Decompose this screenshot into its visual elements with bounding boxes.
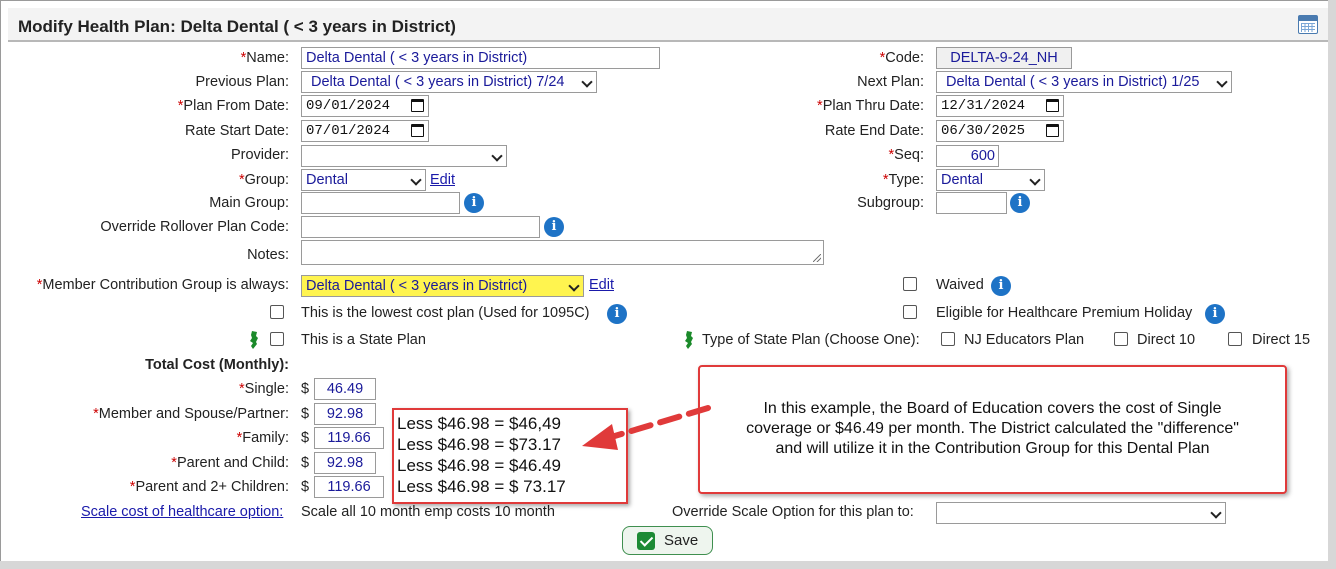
info-icon[interactable]: i bbox=[544, 217, 564, 237]
resize-grip-icon[interactable] bbox=[813, 254, 821, 262]
scale-cost-value: Scale all 10 month emp costs 10 month bbox=[301, 504, 555, 520]
callout-text: In this example, the Board of Education … bbox=[700, 399, 1285, 459]
scale-cost-link[interactable]: Scale cost of healthcare option: bbox=[81, 504, 283, 520]
annotation-line: Less $46.98 = $73.17 bbox=[397, 435, 561, 454]
calendar-icon[interactable] bbox=[1046, 124, 1059, 137]
new-jersey-icon bbox=[685, 331, 693, 349]
total-cost-heading: Total Cost (Monthly): bbox=[145, 357, 289, 373]
cost-parent-children-input[interactable]: 119.66 bbox=[314, 476, 384, 498]
nj-educators-checkbox[interactable] bbox=[941, 332, 955, 346]
new-jersey-icon bbox=[250, 331, 258, 349]
seq-input[interactable]: 600 bbox=[936, 145, 999, 167]
cost-spouse-label: *Member and Spouse/Partner: bbox=[93, 406, 289, 422]
chevron-down-icon bbox=[1210, 507, 1222, 519]
plan-thru-date[interactable]: 12/31/2024 bbox=[936, 95, 1064, 117]
checkmark-icon bbox=[637, 532, 655, 550]
premium-holiday-checkbox[interactable] bbox=[903, 305, 917, 319]
currency-symbol: $ bbox=[301, 430, 310, 446]
page-title: Modify Health Plan: Delta Dental ( < 3 y… bbox=[18, 17, 456, 36]
waived-label: Waived bbox=[936, 277, 984, 293]
notes-textarea[interactable] bbox=[301, 240, 824, 265]
type-select[interactable]: Dental bbox=[936, 169, 1045, 191]
override-scale-label: Override Scale Option for this plan to: bbox=[672, 504, 914, 520]
chevron-down-icon bbox=[1216, 76, 1228, 88]
rate-end-date[interactable]: 06/30/2025 bbox=[936, 120, 1064, 142]
plan-thru-label: *Plan Thru Date: bbox=[817, 98, 924, 114]
code-input: DELTA-9-24_NH bbox=[936, 47, 1072, 69]
direct-10-label: Direct 10 bbox=[1137, 332, 1196, 348]
member-contrib-select[interactable]: Delta Dental ( < 3 years in District) bbox=[301, 275, 584, 297]
lowest-cost-checkbox[interactable] bbox=[270, 305, 284, 319]
info-icon[interactable]: i bbox=[1010, 193, 1030, 213]
currency-symbol: $ bbox=[301, 406, 310, 422]
notes-label: Notes: bbox=[247, 247, 289, 263]
state-plan-label: This is a State Plan bbox=[301, 332, 426, 348]
subgroup-label: Subgroup: bbox=[857, 195, 924, 211]
cost-spouse-input[interactable]: 92.98 bbox=[314, 403, 376, 425]
callout-line: coverage or $46.49 per month. The Distri… bbox=[746, 420, 1239, 437]
cost-parent-child-label: *Parent and Child: bbox=[171, 455, 289, 471]
member-contrib-edit-link[interactable]: Edit bbox=[589, 277, 614, 293]
cost-parent-child-input[interactable]: 92.98 bbox=[314, 452, 376, 474]
title-divider bbox=[1268, 40, 1326, 42]
save-label: Save bbox=[664, 532, 699, 549]
direct-15-checkbox[interactable] bbox=[1228, 332, 1242, 346]
rate-end-label: Rate End Date: bbox=[824, 123, 924, 139]
info-icon[interactable]: i bbox=[991, 276, 1011, 296]
currency-symbol: $ bbox=[301, 479, 310, 495]
currency-symbol: $ bbox=[301, 381, 310, 397]
cost-family-label: *Family: bbox=[236, 430, 289, 446]
cost-family-input[interactable]: 119.66 bbox=[314, 427, 384, 449]
annotation-arrow-icon bbox=[582, 405, 711, 450]
title-bar: Modify Health Plan: Delta Dental ( < 3 y… bbox=[8, 8, 1328, 42]
info-icon[interactable]: i bbox=[607, 304, 627, 324]
chevron-down-icon bbox=[1029, 174, 1041, 186]
save-button[interactable]: Save bbox=[622, 526, 713, 555]
annotation-line: Less $46.98 = $ 73.17 bbox=[397, 477, 566, 496]
type-label: *Type: bbox=[882, 172, 924, 188]
info-icon[interactable]: i bbox=[1205, 304, 1225, 324]
override-rollover-label: Override Rollover Plan Code: bbox=[100, 219, 289, 235]
code-label: *Code: bbox=[879, 50, 924, 66]
cost-parent-children-label: *Parent and 2+ Children: bbox=[129, 479, 289, 495]
calendar-icon[interactable] bbox=[1298, 15, 1318, 34]
frame-shadow-right bbox=[1328, 0, 1336, 569]
override-scale-select[interactable] bbox=[936, 502, 1226, 524]
member-contrib-label: *Member Contribution Group is always: bbox=[36, 277, 289, 293]
callout-line: In this example, the Board of Education … bbox=[763, 400, 1222, 417]
cost-single-input[interactable]: 46.49 bbox=[314, 378, 376, 400]
chevron-down-icon bbox=[568, 280, 580, 292]
frame-shadow-bottom bbox=[0, 561, 1336, 569]
annotation-line: Less $46.98 = $46,49 bbox=[397, 414, 561, 433]
annotation-line: Less $46.98 = $46.49 bbox=[397, 456, 561, 475]
subgroup-input[interactable] bbox=[936, 192, 1007, 214]
override-rollover-input[interactable] bbox=[301, 216, 540, 238]
callout-line: and will utilize it in the Contribution … bbox=[775, 440, 1210, 457]
next-plan-select[interactable]: Delta Dental ( < 3 years in District) 1/… bbox=[936, 71, 1232, 93]
next-plan-label: Next Plan: bbox=[857, 74, 924, 90]
seq-label: *Seq: bbox=[888, 147, 925, 163]
direct-10-checkbox[interactable] bbox=[1114, 332, 1128, 346]
cost-single-label: *Single: bbox=[239, 381, 289, 397]
calendar-icon[interactable] bbox=[1046, 99, 1059, 112]
state-plan-checkbox[interactable] bbox=[270, 332, 284, 346]
direct-15-label: Direct 15 bbox=[1252, 332, 1311, 348]
waived-checkbox[interactable] bbox=[903, 277, 917, 291]
lowest-cost-label: This is the lowest cost plan (Used for 1… bbox=[301, 305, 590, 321]
annotation-callout: In this example, the Board of Education … bbox=[698, 365, 1287, 494]
currency-symbol: $ bbox=[301, 455, 310, 471]
premium-holiday-label: Eligible for Healthcare Premium Holiday bbox=[936, 305, 1193, 321]
state-type-label: Type of State Plan (Choose One): bbox=[702, 332, 920, 348]
nj-educators-label: NJ Educators Plan bbox=[964, 332, 1085, 348]
